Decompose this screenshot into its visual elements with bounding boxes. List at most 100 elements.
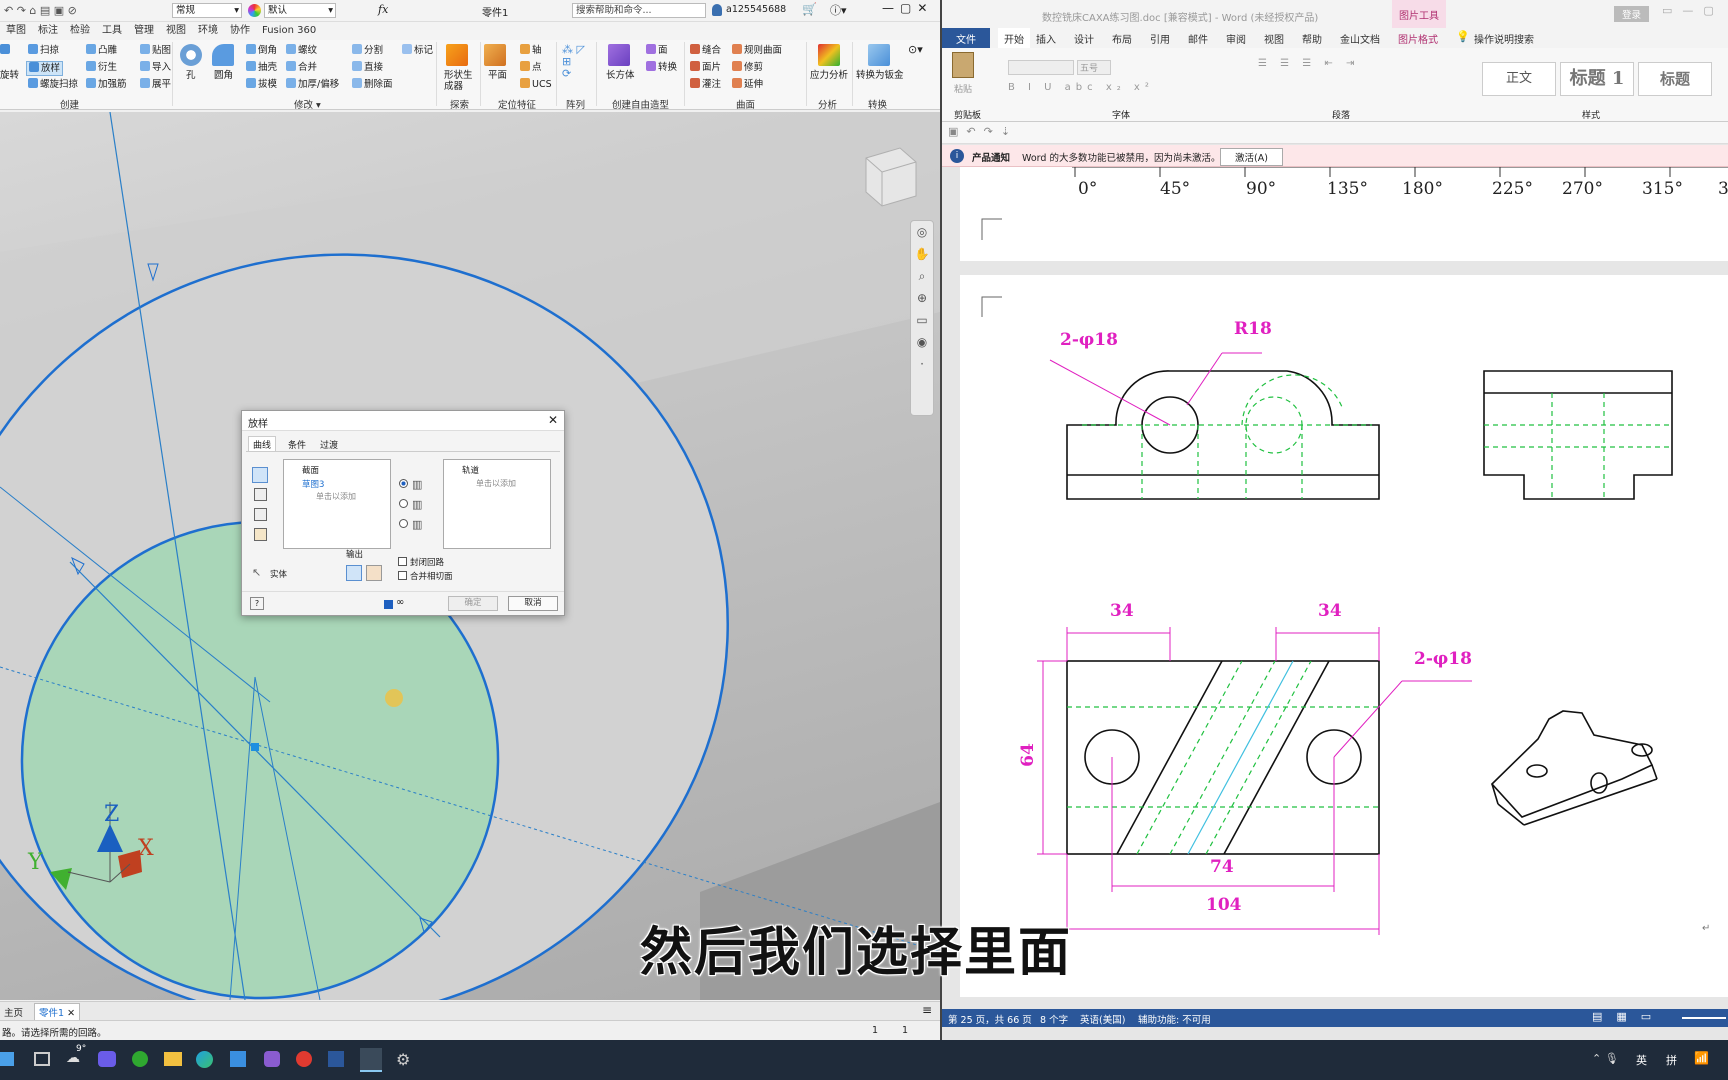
shape-generator-icon[interactable] [446,44,470,69]
paragraph-icons[interactable]: ☰ ☰ ☰ ⇤ ⇥ [1258,58,1359,69]
word-count[interactable]: 8 个字 [1040,1012,1068,1026]
ruled-surface-button[interactable]: 规则曲面 [732,44,782,57]
meet-icon[interactable] [98,1051,116,1067]
edge-icon[interactable] [196,1051,213,1068]
tab-curves[interactable]: 曲线 [248,436,277,452]
fx-icon[interactable]: fx [378,3,388,16]
radio-rail[interactable] [399,499,408,508]
save-undo-icons[interactable]: ▣↶↷⇣ [948,125,1018,138]
radio-normal[interactable] [399,479,408,488]
chamfer-button[interactable]: 倒角 [246,44,277,57]
activate-button[interactable]: 激活(A) [1220,148,1283,166]
sculpt-button[interactable]: 灌注 [690,78,721,91]
cad-taskbar-icon[interactable] [360,1048,382,1072]
rails-list[interactable]: 轨道 单击以添加 [443,459,551,549]
font-format-icons[interactable]: B I U abc x₂ x² [1008,82,1154,93]
rails-click-to-add[interactable]: 单击以添加 [476,478,516,489]
radio-centerline[interactable] [399,519,408,528]
font-size-combo[interactable]: 五号 [1077,60,1111,75]
tab-references[interactable]: 引用 [1150,31,1170,46]
closed-loop-checkbox[interactable] [398,557,407,566]
network-icon[interactable]: 📶 [1694,1051,1709,1065]
style-normal[interactable]: 正文 [1482,62,1556,96]
group-modify[interactable]: 修改 ▾ [294,97,321,111]
store-icon[interactable] [230,1051,246,1067]
revolve-label[interactable]: 旋转 [0,70,19,82]
box-freeform-icon[interactable] [608,44,632,69]
document-area[interactable]: 0° 45° 90° 135° 180° 225° 270° 315° 3 R1… [942,167,1728,1009]
task-view-icon[interactable] [34,1052,50,1066]
cart-icon[interactable]: 🛒 [802,2,817,16]
paste-label[interactable]: 粘贴 [954,82,972,95]
import-button[interactable]: 导入 [140,61,171,74]
tab-layout[interactable]: 布局 [1112,31,1132,46]
word-taskbar-icon[interactable] [328,1051,344,1067]
tab-mailings[interactable]: 邮件 [1188,31,1208,46]
trim-button[interactable]: 修剪 [732,61,763,74]
fillet-label[interactable]: 圆角 [214,70,233,82]
menu-annotate[interactable]: 标注 [32,22,64,40]
start-icon[interactable] [0,1052,14,1066]
pattern-icons[interactable]: ⁂ ◸ ⊞ ⟳ [562,44,585,80]
loft-button[interactable]: 放样 [26,61,64,76]
settings-icon[interactable]: ⚙ [396,1050,410,1069]
tab-conditions[interactable]: 条件 [284,437,310,452]
convert-sheetmetal-label[interactable]: 转换为钣金 [856,70,904,82]
app-icon-2[interactable] [296,1051,312,1067]
stitch-button[interactable]: 缝合 [690,44,721,57]
tray-icons[interactable]: ⌃ 🎙 [1592,1052,1619,1065]
menu-manage[interactable]: 管理 [128,22,160,40]
menu-collaborate[interactable]: 协作 [224,22,256,40]
convert-sheetmetal-icon[interactable] [868,44,892,69]
combine-button[interactable]: 合并 [286,61,317,74]
rib-button[interactable]: 加强筋 [86,78,127,91]
ime-mode[interactable]: 拼 [1666,1052,1677,1068]
paste-icon[interactable] [952,52,974,78]
menu-fusion360[interactable]: Fusion 360 [256,22,322,40]
sketch-select-icon[interactable] [252,467,268,483]
draft-button[interactable]: 拔模 [246,78,277,91]
style-heading1[interactable]: 标题 1 [1560,62,1634,96]
thread-button[interactable]: 螺纹 [286,44,317,57]
surface-icon[interactable] [254,528,267,541]
tab-home[interactable]: 主页 [4,1005,23,1019]
tab-review[interactable]: 审阅 [1226,31,1246,46]
ime-language[interactable]: 英 [1636,1052,1647,1068]
xbox-icon[interactable] [132,1051,148,1067]
box-label[interactable]: 长方体 [606,70,635,82]
page-count[interactable]: 第 25 页，共 66 页 [948,1012,1032,1026]
decal-button[interactable]: 贴图 [140,44,171,57]
solid-pointer-icon[interactable]: ↖ [252,566,261,579]
dialog-help-button[interactable]: ? [250,597,264,610]
window-controls[interactable]: —▢✕ [882,1,933,15]
tab-file[interactable]: 文件 [942,28,990,49]
undo-redo-icons[interactable]: ↶ ↷ ⌂ ▤ ▣ ⊘ [4,4,77,17]
sections-click-to-add[interactable]: 单击以添加 [316,491,356,502]
menu-tools[interactable]: 工具 [96,22,128,40]
tab-design[interactable]: 设计 [1074,31,1094,46]
dialog-titlebar[interactable] [242,411,564,431]
tab-help[interactable]: 帮助 [1302,31,1322,46]
language[interactable]: 英语(美国) [1080,1012,1125,1026]
revolve-button[interactable] [0,44,12,57]
solid-icon-1[interactable] [254,488,267,501]
merge-tangent-checkbox[interactable] [398,571,407,580]
mark-button[interactable]: 标记 [402,44,433,57]
font-name-combo[interactable] [1008,60,1074,75]
hole-icon[interactable] [180,44,204,69]
app-icon-1[interactable] [264,1051,280,1067]
point-button[interactable]: 点 [520,61,542,74]
view-mode-icons[interactable]: ▤▦▭ [1592,1010,1665,1023]
axis-button[interactable]: 轴 [520,44,542,57]
unwrap-button[interactable]: 展平 [140,78,171,91]
thicken-button[interactable]: 加厚/偏移 [286,78,339,91]
menu-view[interactable]: 视图 [160,22,192,40]
accessibility[interactable]: 辅助功能: 不可用 [1138,1012,1211,1026]
face-button[interactable]: 面 [646,44,668,57]
style-heading[interactable]: 标题 [1638,62,1712,96]
color-combo[interactable]: 默认 ▾ [264,3,336,18]
help-icon[interactable]: ⓘ▾ [830,2,847,18]
style-combo[interactable]: 常规 ▾ [172,3,242,18]
cancel-button[interactable]: 取消 [508,596,558,611]
ucs-button[interactable]: UCS [520,78,552,91]
